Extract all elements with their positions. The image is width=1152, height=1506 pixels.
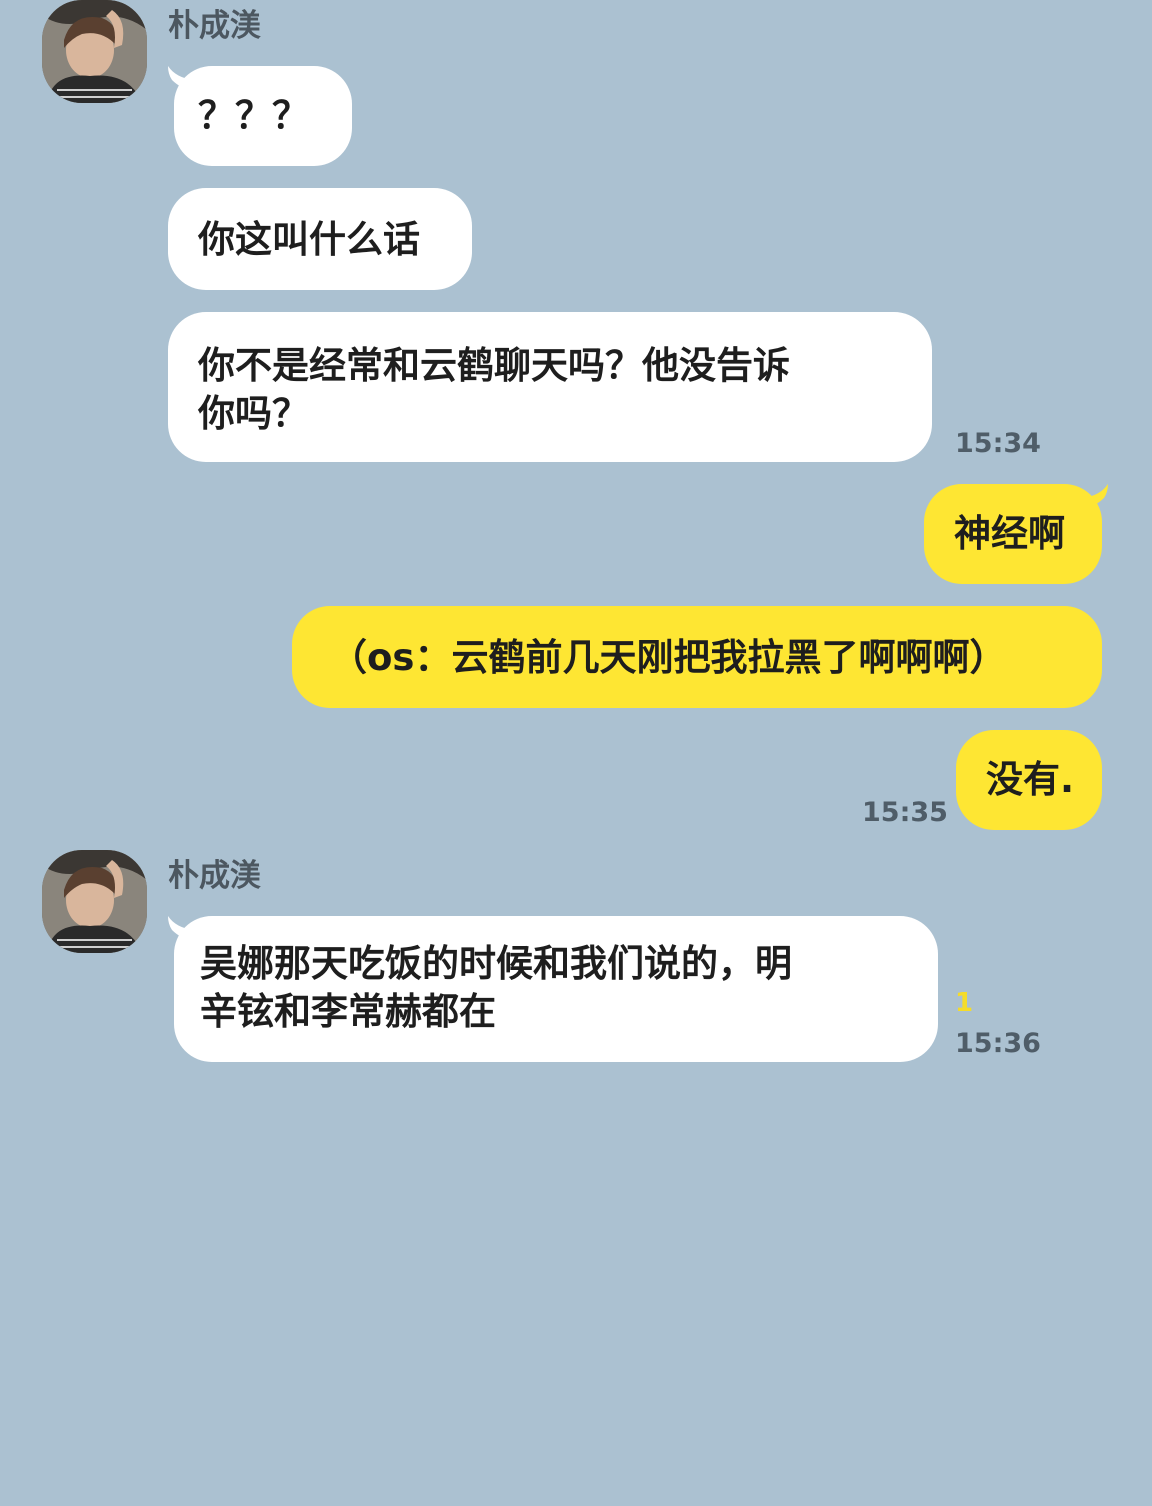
message-text-line: 吴娜那天吃饭的时候和我们说的，明 — [200, 942, 792, 985]
message-text-line: 你不是经常和云鹤聊天吗？他没告诉 — [198, 344, 790, 387]
message-text-line: 辛铉和李常赫都在 — [200, 990, 496, 1033]
message-timestamp: 15:36 — [955, 1028, 1041, 1059]
sender-avatar[interactable] — [42, 850, 147, 953]
message-bubble[interactable]: 你不是经常和云鹤聊天吗？他没告诉 你吗？ — [168, 312, 932, 462]
message-bubble[interactable]: 你这叫什么话 — [168, 188, 472, 290]
message-text-line: 你吗？ — [198, 392, 309, 435]
sender-name: 朴成渼 — [168, 8, 261, 44]
message-timestamp: 15:35 — [862, 797, 948, 828]
unread-count: 1 — [955, 988, 974, 1018]
avatar-photo-icon — [42, 850, 147, 953]
sender-name: 朴成渼 — [168, 858, 261, 894]
message-text: 神经啊 — [954, 512, 1065, 555]
message-text: ？？？ — [198, 94, 309, 137]
message-text: 没有. — [986, 758, 1075, 801]
message-bubble[interactable]: （os：云鹤前几天刚把我拉黑了啊啊啊） — [292, 606, 1102, 708]
message-bubble[interactable]: 没有. — [956, 730, 1102, 830]
message-bubble[interactable]: ？？？ — [174, 66, 352, 166]
avatar-photo-icon — [42, 0, 147, 103]
sender-avatar[interactable] — [42, 0, 147, 103]
message-timestamp: 15:34 — [955, 428, 1041, 459]
message-bubble[interactable]: 吴娜那天吃饭的时候和我们说的，明 辛铉和李常赫都在 — [174, 916, 938, 1062]
message-text: 你这叫什么话 — [198, 218, 420, 261]
message-text: （os：云鹤前几天刚把我拉黑了啊啊啊） — [330, 636, 1007, 679]
message-bubble[interactable]: 神经啊 — [924, 484, 1102, 584]
